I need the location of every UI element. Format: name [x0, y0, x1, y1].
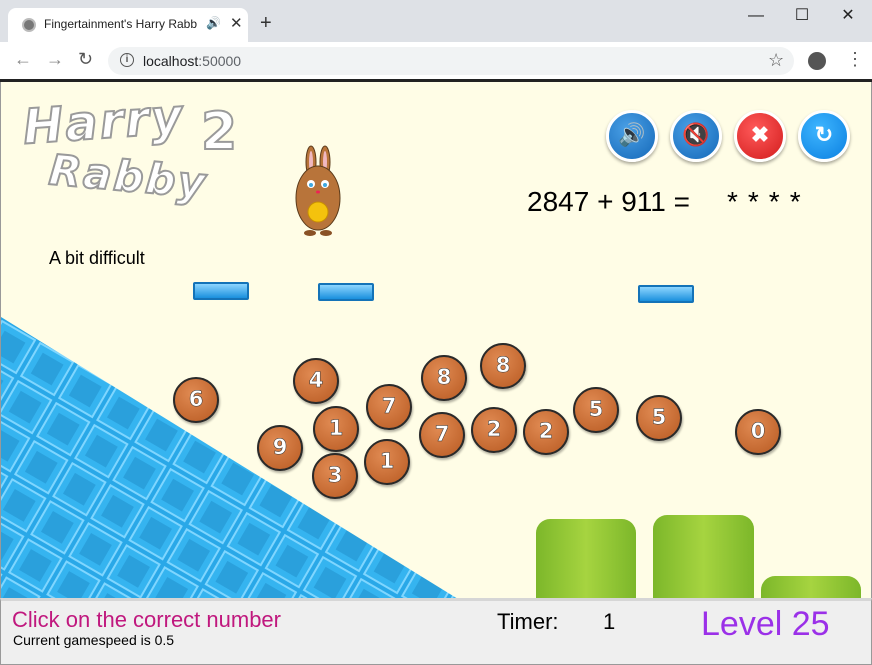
platform: [193, 282, 249, 300]
number-coin[interactable]: 1: [313, 406, 359, 452]
math-question: 2847 + 911 =: [527, 186, 690, 217]
speaker-icon[interactable]: 🔊: [206, 16, 221, 30]
refresh-icon: ↻: [814, 122, 834, 147]
speaker-loud-icon: 🔊: [618, 122, 646, 147]
number-coin[interactable]: 9: [257, 425, 303, 471]
game-canvas[interactable]: Harry Rabby 2 🔊 🔇 ✖ ↻ 2847 + 911 = **** …: [0, 82, 872, 598]
sound-on-button[interactable]: 🔊: [606, 110, 658, 162]
minimize-button[interactable]: —: [734, 4, 778, 28]
number-coin[interactable]: 4: [293, 358, 339, 404]
rabbit-character: [295, 145, 341, 236]
number-coin[interactable]: 1: [364, 439, 410, 485]
close-icon: ✖: [750, 122, 770, 147]
quit-button[interactable]: ✖: [734, 110, 786, 162]
browser-toolbar: ← → ↻ i localhost:50000 ☆: [0, 42, 872, 80]
difficulty-label: A bit difficult: [49, 248, 145, 268]
new-tab-button[interactable]: +: [260, 13, 272, 33]
mute-button[interactable]: 🔇: [670, 110, 722, 162]
number-coin[interactable]: 3: [312, 453, 358, 499]
tab-title: Fingertainment's Harry Rabb: [44, 17, 198, 31]
address-bar[interactable]: i localhost:50000 ☆: [108, 47, 794, 75]
number-coin[interactable]: 5: [573, 387, 619, 433]
gamespeed-text: Current gamespeed is 0.5: [13, 632, 175, 648]
restart-button[interactable]: ↻: [798, 110, 850, 162]
logo-title-line1: Harry: [20, 87, 187, 156]
status-bar: Click on the correct number Current game…: [0, 598, 872, 665]
bookmark-star-icon[interactable]: ☆: [768, 50, 784, 71]
number-coin[interactable]: 2: [471, 407, 517, 453]
number-coin[interactable]: 6: [173, 377, 219, 423]
logo-number: 2: [200, 101, 240, 163]
number-coin[interactable]: 7: [419, 412, 465, 458]
platform: [318, 283, 374, 301]
url-text: localhost:50000: [143, 53, 241, 69]
url-host: localhost: [143, 53, 199, 69]
bush: [653, 515, 754, 598]
answer-mask: ****: [727, 186, 811, 217]
timer-value: 1: [603, 609, 616, 634]
tab-close-button[interactable]: ✕: [230, 14, 243, 32]
logo-title-line2: Rabby: [46, 144, 210, 209]
maximize-button[interactable]: ☐: [780, 4, 824, 28]
platform: [638, 285, 694, 303]
profile-icon[interactable]: [808, 52, 826, 70]
timer-label: Timer:: [497, 609, 559, 634]
number-coin[interactable]: 8: [421, 355, 467, 401]
number-coin[interactable]: 0: [735, 409, 781, 455]
speaker-mute-icon: 🔇: [682, 122, 710, 147]
info-icon[interactable]: i: [120, 53, 134, 67]
favicon-icon: [22, 18, 36, 32]
bush: [761, 576, 861, 598]
number-coin[interactable]: 2: [523, 409, 569, 455]
reload-icon[interactable]: ↻: [78, 50, 93, 68]
forward-arrow-icon[interactable]: →: [46, 50, 64, 68]
number-coin[interactable]: 8: [480, 343, 526, 389]
browser-titlebar: Fingertainment's Harry Rabb 🔊 ✕ + — ☐ ✕: [0, 0, 872, 42]
level-indicator: Level 25: [701, 605, 830, 643]
browser-tab[interactable]: Fingertainment's Harry Rabb 🔊 ✕: [8, 8, 248, 42]
close-window-button[interactable]: ✕: [826, 4, 870, 28]
instruction-text: Click on the correct number: [12, 607, 281, 632]
bush: [536, 519, 636, 598]
number-coin[interactable]: 5: [636, 395, 682, 441]
url-port: :50000: [198, 53, 242, 69]
back-arrow-icon[interactable]: ←: [14, 50, 32, 68]
menu-kebab-icon[interactable]: ⋮: [846, 50, 864, 68]
number-coin[interactable]: 7: [366, 384, 412, 430]
